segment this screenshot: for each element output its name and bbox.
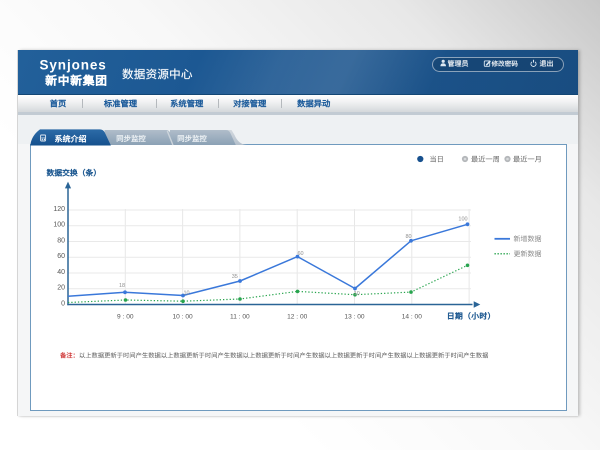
svg-text:11 : 00: 11 : 00 <box>230 314 250 321</box>
svg-text:Synjones: Synjones <box>40 57 107 72</box>
svg-text:60: 60 <box>297 251 303 257</box>
svg-text:14 : 00: 14 : 00 <box>402 314 422 321</box>
svg-text:12 : 00: 12 : 00 <box>287 314 307 321</box>
svg-text:10: 10 <box>183 291 189 297</box>
svg-text:13 : 00: 13 : 00 <box>344 314 364 321</box>
svg-text:80: 80 <box>57 237 65 244</box>
svg-text:18: 18 <box>119 283 125 289</box>
svg-text:100: 100 <box>53 222 65 229</box>
svg-text:0: 0 <box>61 300 65 307</box>
svg-text:20: 20 <box>57 285 65 292</box>
svg-text:35: 35 <box>232 274 238 280</box>
svg-text:60: 60 <box>57 253 65 260</box>
svg-text:9 : 00: 9 : 00 <box>117 314 134 321</box>
svg-text:80: 80 <box>405 234 411 240</box>
svg-text:40: 40 <box>57 269 65 276</box>
svg-text:10: 10 <box>354 291 360 297</box>
svg-text:120: 120 <box>53 206 65 213</box>
svg-text:100: 100 <box>458 217 467 223</box>
svg-text:10 : 00: 10 : 00 <box>173 314 193 321</box>
